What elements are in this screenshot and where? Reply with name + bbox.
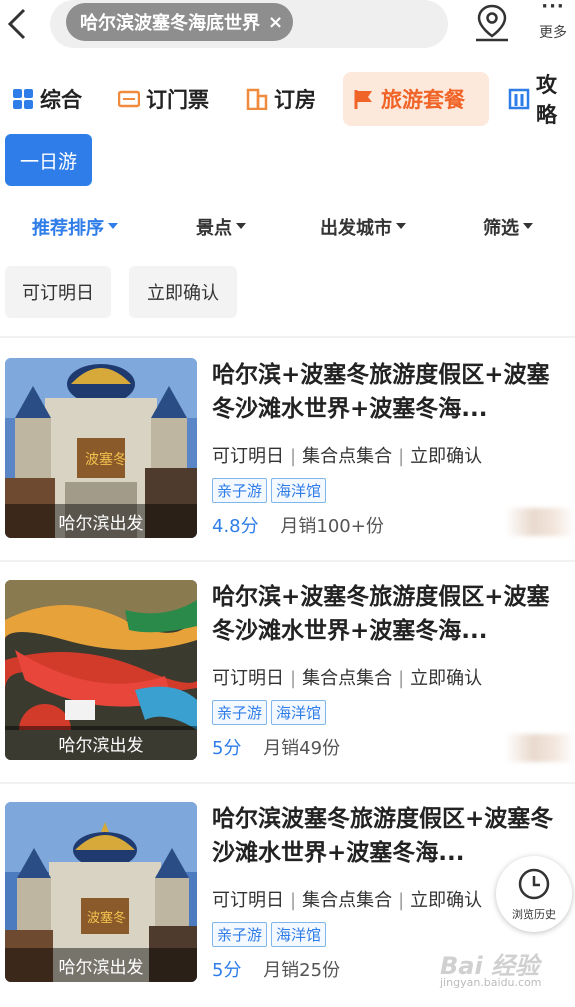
dropdown-triangle-icon xyxy=(108,223,118,229)
product-image: 波塞冬 哈尔滨出发 xyxy=(5,802,197,982)
meta-item: 可订明日 xyxy=(212,668,284,689)
product-tag: 海洋馆 xyxy=(271,700,327,725)
tab-hotel[interactable]: 订房 xyxy=(246,72,316,126)
clear-keyword-icon[interactable]: × xyxy=(268,12,283,33)
watermark-url: jingyan.baidu.com xyxy=(440,976,542,989)
tab-label: 攻略 xyxy=(536,73,557,127)
search-keyword-chip[interactable]: 哈尔滨波塞冬海底世界 × xyxy=(66,3,294,41)
blurred-price xyxy=(505,508,575,536)
product-card[interactable]: 波塞冬 哈尔滨出发 哈尔滨+波塞冬旅游度假区+波塞冬沙滩水世界+波塞冬海... … xyxy=(0,358,575,544)
watermark: Bai 经验 jingyan.baidu.com xyxy=(440,946,572,994)
tab-label: 综合 xyxy=(40,88,82,112)
product-title: 哈尔滨+波塞冬旅游度假区+波塞冬沙滩水世界+波塞冬海... xyxy=(212,584,550,644)
departure-city-label: 哈尔滨出发 xyxy=(5,948,197,982)
filter-bar: 推荐排序 景点 出发城市 筛选 xyxy=(0,206,575,246)
meta-item: 可订明日 xyxy=(212,890,284,911)
grid-icon xyxy=(12,88,34,110)
product-image: 哈尔滨出发 xyxy=(5,580,197,760)
product-tag: 亲子游 xyxy=(212,478,268,503)
meta-item: 集合点集合 xyxy=(302,668,393,689)
ticket-icon xyxy=(117,88,141,110)
more-button[interactable]: ··· 更多 xyxy=(532,0,574,48)
departure-city-label: 哈尔滨出发 xyxy=(5,726,197,760)
filter-label: 出发城市 xyxy=(320,218,392,239)
product-stats: 5分 月销49份 xyxy=(212,734,340,760)
more-dots-icon: ··· xyxy=(541,0,565,17)
svg-text:波塞冬: 波塞冬 xyxy=(85,451,127,468)
tab-label: 旅游套餐 xyxy=(381,88,465,112)
filter-more[interactable]: 筛选 xyxy=(483,214,533,240)
search-bar[interactable]: 哈尔滨波塞冬海底世界 × xyxy=(50,0,448,48)
hotel-icon xyxy=(246,88,268,111)
product-card[interactable]: 哈尔滨出发 哈尔滨+波塞冬旅游度假区+波塞冬沙滩水世界+波塞冬海... 可订明日… xyxy=(0,580,575,766)
meta-item: 集合点集合 xyxy=(302,446,393,467)
divider xyxy=(0,336,575,338)
product-tag: 海洋馆 xyxy=(271,478,327,503)
tab-tour-packages[interactable]: 旅游套餐 xyxy=(343,72,489,126)
product-tag: 亲子游 xyxy=(212,922,268,947)
dropdown-triangle-icon xyxy=(396,223,406,229)
quick-tag-instant-confirm[interactable]: 立即确认 xyxy=(129,266,237,318)
sort-recommended[interactable]: 推荐排序 xyxy=(32,214,118,240)
filter-label: 推荐排序 xyxy=(32,218,104,239)
quick-tag-book-tomorrow[interactable]: 可订明日 xyxy=(5,266,111,318)
product-tag: 亲子游 xyxy=(212,700,268,725)
divider xyxy=(0,782,575,784)
meta-item: 立即确认 xyxy=(410,668,483,689)
tab-guides[interactable]: 攻略 xyxy=(508,72,575,127)
product-sales: 月销100+份 xyxy=(280,516,384,537)
product-score: 5分 xyxy=(212,738,242,759)
dropdown-triangle-icon xyxy=(236,223,246,229)
more-label: 更多 xyxy=(539,25,567,41)
product-tags: 亲子游 海洋馆 xyxy=(212,700,330,725)
product-sales: 月销25份 xyxy=(263,960,341,981)
search-keyword: 哈尔滨波塞冬海底世界 xyxy=(80,13,260,34)
filter-attractions[interactable]: 景点 xyxy=(196,214,246,240)
product-meta: 可订明日 | 集合点集合 | 立即确认 xyxy=(212,668,483,689)
clock-icon xyxy=(518,868,550,900)
product-stats: 5分 月销25份 xyxy=(212,956,340,982)
departure-city-label: 哈尔滨出发 xyxy=(5,504,197,538)
product-image: 波塞冬 哈尔滨出发 xyxy=(5,358,197,538)
browse-history-button[interactable]: 浏览历史 xyxy=(496,856,572,932)
meta-item: 立即确认 xyxy=(410,446,483,467)
meta-item: 集合点集合 xyxy=(302,890,393,911)
filter-departure-city[interactable]: 出发城市 xyxy=(320,214,406,240)
top-bar: 哈尔滨波塞冬海底世界 × ··· 更多 xyxy=(0,0,575,56)
filter-one-day-tour[interactable]: 一日游 xyxy=(5,134,92,186)
product-sales: 月销49份 xyxy=(263,738,341,759)
tab-label: 订房 xyxy=(274,88,316,112)
dropdown-triangle-icon xyxy=(523,223,533,229)
browse-history-label: 浏览历史 xyxy=(512,908,556,921)
quick-tags: 可订明日 立即确认 xyxy=(0,266,575,318)
product-tag: 海洋馆 xyxy=(271,922,327,947)
guide-icon xyxy=(508,88,530,110)
category-tabs: 综合 订门票 订房 旅游套餐 攻略 xyxy=(0,72,575,128)
back-arrow-icon[interactable] xyxy=(4,6,32,42)
tab-overview[interactable]: 综合 xyxy=(12,72,82,126)
product-stats: 4.8分 月销100+份 xyxy=(212,512,384,538)
tab-label: 订门票 xyxy=(146,88,209,112)
blurred-price xyxy=(505,734,575,762)
meta-item: 立即确认 xyxy=(410,890,483,911)
product-meta: 可订明日 | 集合点集合 | 立即确认 xyxy=(212,446,483,467)
divider xyxy=(0,560,575,562)
product-score: 5分 xyxy=(212,960,242,981)
tab-tickets[interactable]: 订门票 xyxy=(117,72,209,126)
product-tags: 亲子游 海洋馆 xyxy=(212,922,330,947)
flag-icon xyxy=(353,88,375,110)
product-meta: 可订明日 | 集合点集合 | 立即确认 xyxy=(212,890,483,911)
product-score: 4.8分 xyxy=(212,516,259,537)
meta-item: 可订明日 xyxy=(212,446,284,467)
filter-label: 景点 xyxy=(196,218,232,239)
svg-text:波塞冬: 波塞冬 xyxy=(87,910,126,926)
product-title: 哈尔滨+波塞冬旅游度假区+波塞冬沙滩水世界+波塞冬海... xyxy=(212,362,550,422)
filter-label: 筛选 xyxy=(483,218,519,239)
location-pin-icon[interactable] xyxy=(472,2,512,44)
product-tags: 亲子游 海洋馆 xyxy=(212,478,330,503)
